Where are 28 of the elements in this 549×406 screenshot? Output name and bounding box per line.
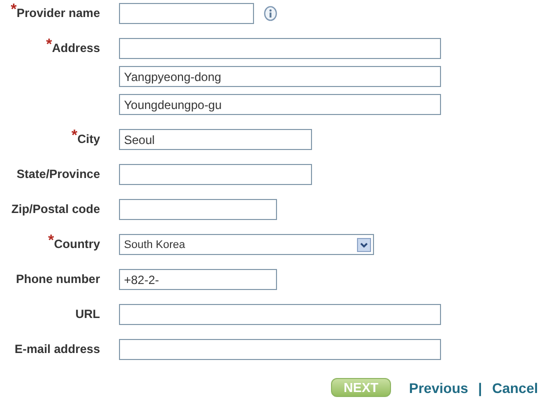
text-field[interactable]: Yangpyeong-dong (119, 66, 441, 87)
field-label: Country (54, 237, 100, 251)
country-select[interactable]: South Korea (119, 234, 374, 255)
field-label: Zip/Postal code (11, 202, 100, 216)
required-mark: * (48, 232, 54, 249)
previous-link[interactable]: Previous (409, 380, 468, 396)
field-label: E-mail address (14, 342, 100, 356)
text-field[interactable] (119, 38, 441, 59)
field-label: Provider name (16, 6, 100, 20)
text-field[interactable] (119, 3, 254, 24)
field-label: Phone number (16, 272, 100, 286)
required-mark: * (46, 36, 52, 53)
text-field[interactable]: +82-2- (119, 269, 277, 290)
text-field[interactable] (119, 164, 312, 185)
required-mark: * (71, 127, 78, 144)
info-icon[interactable] (264, 6, 277, 21)
text-field[interactable] (119, 339, 441, 360)
field-label: Address (52, 41, 100, 55)
field-label: City (77, 132, 100, 146)
field-label: State/Province (16, 167, 100, 181)
text-field[interactable] (119, 304, 441, 325)
text-field[interactable]: Seoul (119, 129, 312, 150)
required-mark: * (10, 1, 17, 18)
field-label: URL (75, 307, 100, 321)
cancel-link[interactable]: Cancel (492, 380, 538, 396)
separator: | (478, 380, 482, 396)
text-field[interactable] (119, 199, 277, 220)
text-field[interactable]: Youngdeungpo-gu (119, 94, 441, 115)
